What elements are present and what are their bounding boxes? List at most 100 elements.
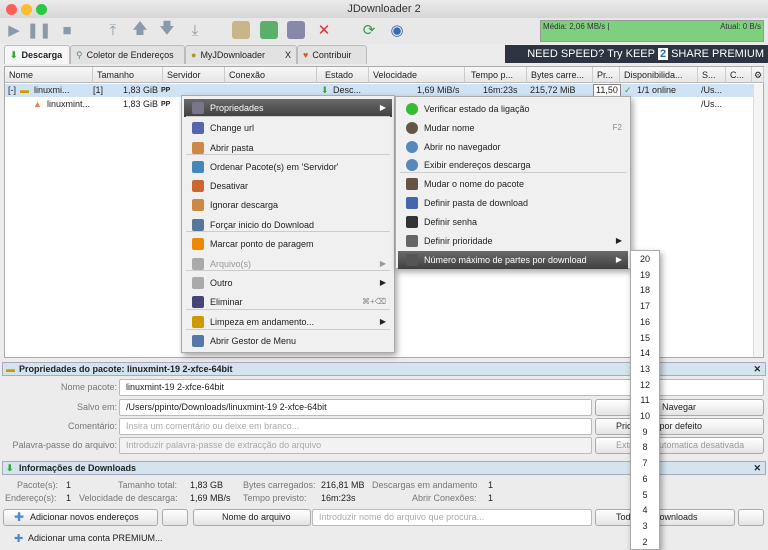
column-header[interactable]: Tamanho — [93, 67, 163, 83]
context-menu-item[interactable]: Ordenar Pacote(s) em 'Servidor' — [184, 158, 392, 176]
label: Abrir Conexões: — [412, 493, 477, 503]
move-bottom-icon[interactable]: ⤓ — [186, 21, 204, 39]
chunks-option[interactable]: 12 — [631, 380, 659, 390]
panel-close-icon[interactable]: ✕ — [753, 462, 761, 475]
chunks-option[interactable]: 7 — [631, 458, 659, 468]
submenu-item[interactable]: Mudar nome F2 — [398, 119, 628, 137]
premium-banner[interactable]: NEED SPEED? Try KEEP 2 SHARE PREMIUM — [505, 45, 768, 63]
clipboard-options-button[interactable] — [162, 509, 188, 526]
menu-item-icon — [406, 254, 418, 266]
submenu-item[interactable]: Abrir no navegador — [398, 138, 628, 156]
tab-linkgrabber[interactable]: ⚲ Coletor de Endereços — [70, 45, 185, 64]
clipboard-icon[interactable] — [232, 21, 250, 39]
tab-downloads[interactable]: ⬇ Descarga — [4, 45, 70, 64]
tab-myjdownloader[interactable]: ● MyJDownloader X — [185, 45, 297, 64]
column-header[interactable]: S... — [698, 67, 726, 83]
add-links-button[interactable]: Adicionar novos endereços — [3, 509, 158, 526]
submenu-item[interactable]: Definir prioridade ▶ — [398, 232, 628, 250]
column-header[interactable]: Nome — [5, 67, 93, 83]
move-top-icon[interactable]: ⤒ — [104, 21, 122, 39]
submenu-item[interactable]: Definir senha — [398, 213, 628, 231]
chunks-option[interactable]: 19 — [631, 270, 659, 280]
context-menu-item[interactable]: Marcar ponto de paragem — [184, 235, 392, 253]
column-header[interactable]: Velocidade — [369, 67, 465, 83]
column-header[interactable]: Servidor — [163, 67, 225, 83]
column-header[interactable]: Bytes carre... — [527, 67, 593, 83]
priority-dropdown[interactable]: Prioridade por defeito — [595, 418, 764, 435]
context-menu-item[interactable]: Ignorar descarga — [184, 196, 392, 214]
network-icon[interactable]: ◉ — [388, 21, 406, 39]
submenu-item[interactable]: Mudar o nome do pacote — [398, 175, 628, 193]
browse-button[interactable]: Navegar — [595, 399, 764, 416]
menu-item-icon — [192, 335, 204, 347]
chunks-option[interactable]: 11 — [631, 395, 659, 405]
add-premium-link[interactable]: Adicionar uma conta PREMIUM... — [28, 533, 163, 543]
current-speed: Atual: 0 B/s — [720, 22, 761, 31]
save-to-field[interactable]: /Users/ppinto/Downloads/linuxmint-19 2-x… — [119, 399, 592, 416]
comment-field[interactable]: Insira um comentário ou deixe em branco.… — [119, 418, 592, 435]
column-header[interactable]: Conexão — [225, 67, 317, 83]
chunks-option[interactable]: 3 — [631, 521, 659, 531]
chunks-option[interactable]: 17 — [631, 301, 659, 311]
play-icon[interactable]: ▶ — [5, 21, 23, 39]
update-icon[interactable]: ⟳ — [360, 21, 378, 39]
menu-item-icon — [192, 199, 204, 211]
package-name-field[interactable]: linuxmint-19 2-xfce-64bit — [119, 379, 764, 396]
scrollbar[interactable] — [753, 84, 763, 357]
search-input[interactable]: Introduzir nome do arquivo que procura..… — [312, 509, 592, 526]
move-up-icon[interactable]: 🡅 — [131, 20, 149, 39]
move-down-icon[interactable]: 🡇 — [158, 20, 176, 39]
search-field-dropdown[interactable]: Nome do arquivo — [193, 509, 311, 526]
column-header[interactable]: Disponibilida... — [620, 67, 698, 83]
menu-item-icon — [192, 238, 204, 250]
chunks-option[interactable]: 8 — [631, 442, 659, 452]
extract-dropdown[interactable]: Extração automatica desativada — [595, 437, 764, 454]
chunks-option[interactable]: 18 — [631, 285, 659, 295]
view-filter-dropdown[interactable]: Todos os downloads — [595, 509, 735, 526]
reconnect-icon[interactable] — [260, 21, 278, 39]
chunks-option[interactable]: 20 — [631, 254, 659, 264]
column-header[interactable]: C... — [726, 67, 752, 83]
chunks-option[interactable]: 15 — [631, 333, 659, 343]
chunks-option[interactable]: 16 — [631, 317, 659, 327]
chunks-option[interactable]: 5 — [631, 490, 659, 500]
context-menu-item[interactable]: Desativar — [184, 177, 392, 195]
column-header[interactable]: Tempo p... — [465, 67, 527, 83]
close-window-button[interactable] — [6, 4, 17, 15]
panel-close-icon[interactable]: ✕ — [753, 363, 761, 376]
settings-tools-icon[interactable] — [738, 509, 764, 526]
expander[interactable]: [-] — [8, 84, 16, 97]
menu-item-label: Eliminar — [210, 297, 243, 307]
column-header[interactable]: Estado — [317, 67, 369, 83]
stop-icon[interactable]: ■ — [58, 21, 76, 39]
chunks-option[interactable]: 9 — [631, 427, 659, 437]
chunks-option[interactable]: 10 — [631, 411, 659, 421]
label: Salvo em: — [76, 402, 117, 412]
context-menu-item[interactable]: Propriedades ▶ — [184, 99, 392, 117]
submenu-item[interactable]: Número máximo de partes por download ▶ — [398, 251, 628, 269]
label: Palavra-passe do arquivo: — [12, 440, 117, 450]
menu-item-label: Definir pasta de download — [424, 198, 529, 208]
chunks-option[interactable]: 6 — [631, 474, 659, 484]
premium-icon[interactable] — [287, 21, 305, 39]
pause-icon[interactable]: ❚❚ — [26, 21, 51, 39]
minimize-window-button[interactable] — [21, 4, 32, 15]
submenu-item[interactable]: Definir pasta de download — [398, 194, 628, 212]
submenu-item[interactable]: Verificar estado da ligação — [398, 100, 628, 118]
context-menu-item[interactable]: Outro ▶ — [184, 274, 392, 292]
context-menu-item[interactable]: Change url — [184, 119, 392, 137]
menu-item-icon — [406, 216, 418, 228]
shutdown-icon[interactable]: ✕ — [315, 21, 333, 39]
chunks-option[interactable]: 14 — [631, 348, 659, 358]
maximize-window-button[interactable] — [36, 4, 47, 15]
menu-item-icon — [406, 122, 418, 134]
chunks-option[interactable]: 4 — [631, 505, 659, 515]
chunks-option[interactable]: 2 — [631, 537, 659, 547]
context-menu-item[interactable]: Abrir Gestor de Menu — [184, 332, 392, 350]
column-settings-icon[interactable]: ⚙ — [752, 67, 764, 83]
column-header[interactable]: Pr... — [593, 67, 620, 83]
tab-contribute[interactable]: ♥ Contribuir — [297, 45, 367, 64]
archive-password-field[interactable]: Introduzir palavra-passe de extracção do… — [119, 437, 592, 454]
close-tab-icon[interactable]: X — [285, 50, 291, 60]
chunks-option[interactable]: 13 — [631, 364, 659, 374]
